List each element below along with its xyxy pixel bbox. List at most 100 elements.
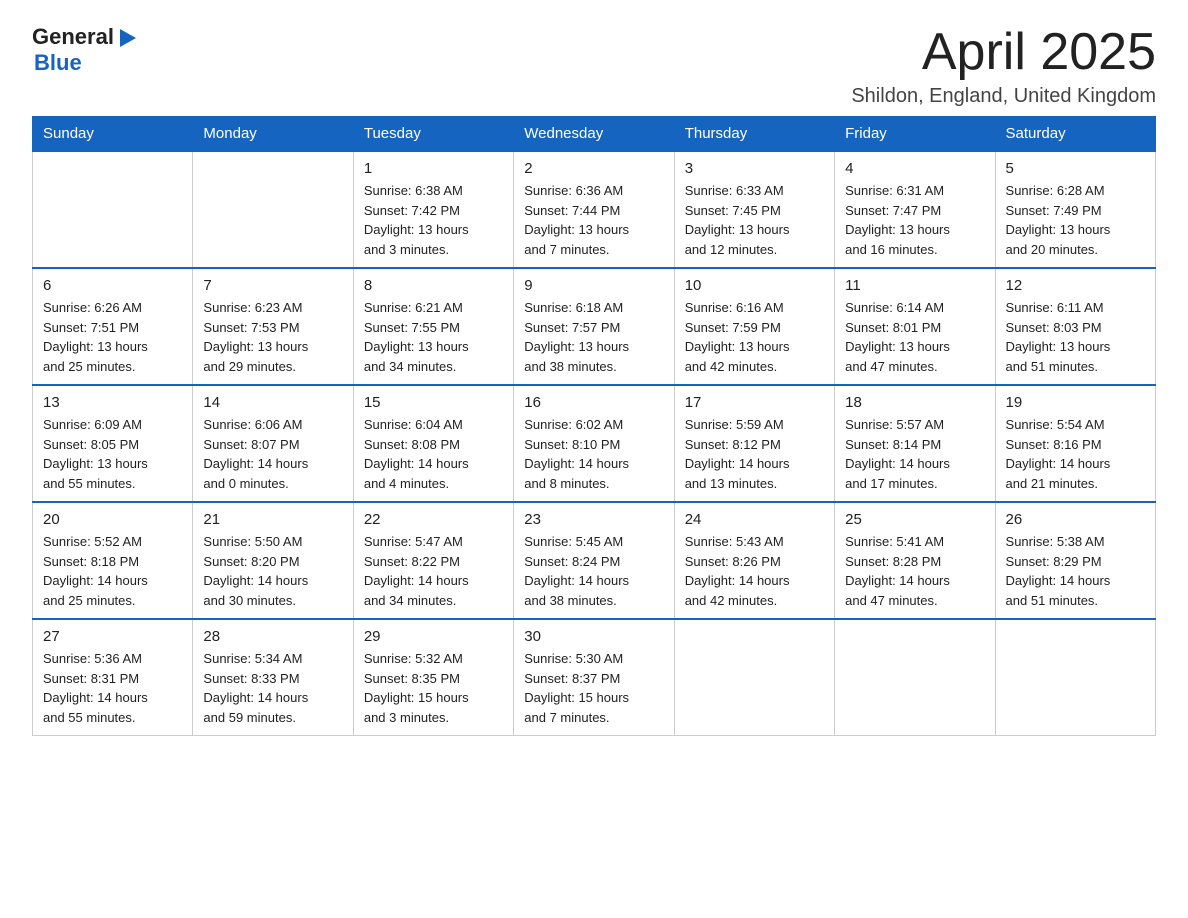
weekday-header: Saturday — [995, 117, 1155, 152]
day-info: Sunrise: 5:30 AM Sunset: 8:37 PM Dayligh… — [524, 649, 663, 727]
day-info: Sunrise: 6:38 AM Sunset: 7:42 PM Dayligh… — [364, 181, 503, 259]
weekday-header: Friday — [835, 117, 995, 152]
calendar-week-row: 1 Sunrise: 6:38 AM Sunset: 7:42 PM Daylig… — [33, 151, 1156, 268]
calendar-cell: 26 Sunrise: 5:38 AM Sunset: 8:29 PM Dayli… — [995, 502, 1155, 619]
day-info: Sunrise: 6:21 AM Sunset: 7:55 PM Dayligh… — [364, 298, 503, 376]
day-number: 13 — [43, 394, 182, 411]
calendar-cell: 13Sunrise: 6:09 AM Sunset: 8:05 PM Dayli… — [33, 385, 193, 502]
day-info: Sunrise: 6:18 AM Sunset: 7:57 PM Dayligh… — [524, 298, 663, 376]
calendar-cell: 20 Sunrise: 5:52 AM Sunset: 8:18 PM Dayli… — [33, 502, 193, 619]
day-info: Sunrise: 6:31 AM Sunset: 7:47 PM Dayligh… — [845, 181, 984, 259]
calendar-cell: 22 Sunrise: 5:47 AM Sunset: 8:22 PM Dayli… — [353, 502, 513, 619]
day-info: Sunrise: 6:28 AM Sunset: 7:49 PM Dayligh… — [1006, 181, 1145, 259]
day-info: Sunrise: 5:34 AM Sunset: 8:33 PM Dayligh… — [203, 649, 342, 727]
calendar-cell: 14 Sunrise: 6:06 AM Sunset: 8:07 PM Dayli… — [193, 385, 353, 502]
calendar-cell: 17 Sunrise: 5:59 AM Sunset: 8:12 PM Dayli… — [674, 385, 834, 502]
calendar-cell: 10 Sunrise: 6:16 AM Sunset: 7:59 PM Dayli… — [674, 268, 834, 385]
day-number: 4 — [845, 160, 984, 177]
calendar-cell — [835, 619, 995, 736]
day-number: 30 — [524, 628, 663, 645]
day-info: Sunrise: 6:26 AM Sunset: 7:51 PM Dayligh… — [43, 298, 182, 376]
page-header: General Blue April 2025 Shildon, England… — [32, 24, 1156, 108]
day-number: 3 — [685, 160, 824, 177]
calendar-table: SundayMondayTuesdayWednesdayThursdayFrid… — [32, 116, 1156, 736]
day-info: Sunrise: 5:50 AM Sunset: 8:20 PM Dayligh… — [203, 532, 342, 610]
day-info: Sunrise: 5:47 AM Sunset: 8:22 PM Dayligh… — [364, 532, 503, 610]
calendar-cell: 9 Sunrise: 6:18 AM Sunset: 7:57 PM Daylig… — [514, 268, 674, 385]
calendar-cell: 27 Sunrise: 5:36 AM Sunset: 8:31 PM Dayli… — [33, 619, 193, 736]
calendar-cell — [193, 151, 353, 268]
day-info: Sunrise: 5:54 AM Sunset: 8:16 PM Dayligh… — [1006, 415, 1145, 493]
calendar-cell: 19Sunrise: 5:54 AM Sunset: 8:16 PM Dayli… — [995, 385, 1155, 502]
calendar-cell: 8 Sunrise: 6:21 AM Sunset: 7:55 PM Daylig… — [353, 268, 513, 385]
calendar-week-row: 6 Sunrise: 6:26 AM Sunset: 7:51 PM Daylig… — [33, 268, 1156, 385]
logo-icon — [116, 27, 138, 49]
calendar-week-row: 20 Sunrise: 5:52 AM Sunset: 8:18 PM Dayli… — [33, 502, 1156, 619]
calendar-cell — [674, 619, 834, 736]
day-info: Sunrise: 5:57 AM Sunset: 8:14 PM Dayligh… — [845, 415, 984, 493]
calendar-cell — [33, 151, 193, 268]
weekday-header: Sunday — [33, 117, 193, 152]
day-number: 15 — [364, 394, 503, 411]
title-block: April 2025 Shildon, England, United King… — [851, 24, 1156, 108]
day-info: Sunrise: 6:16 AM Sunset: 7:59 PM Dayligh… — [685, 298, 824, 376]
calendar-cell: 15 Sunrise: 6:04 AM Sunset: 8:08 PM Dayli… — [353, 385, 513, 502]
day-number: 9 — [524, 277, 663, 294]
day-number: 24 — [685, 511, 824, 528]
calendar-header-row: SundayMondayTuesdayWednesdayThursdayFrid… — [33, 117, 1156, 152]
day-number: 6 — [43, 277, 182, 294]
day-info: Sunrise: 5:32 AM Sunset: 8:35 PM Dayligh… — [364, 649, 503, 727]
calendar-cell: 12Sunrise: 6:11 AM Sunset: 8:03 PM Dayli… — [995, 268, 1155, 385]
calendar-cell: 7Sunrise: 6:23 AM Sunset: 7:53 PM Daylig… — [193, 268, 353, 385]
day-number: 20 — [43, 511, 182, 528]
logo: General Blue — [32, 24, 138, 76]
calendar-cell: 11Sunrise: 6:14 AM Sunset: 8:01 PM Dayli… — [835, 268, 995, 385]
day-number: 5 — [1006, 160, 1145, 177]
calendar-week-row: 27 Sunrise: 5:36 AM Sunset: 8:31 PM Dayli… — [33, 619, 1156, 736]
day-info: Sunrise: 5:38 AM Sunset: 8:29 PM Dayligh… — [1006, 532, 1145, 610]
calendar-cell: 5 Sunrise: 6:28 AM Sunset: 7:49 PM Daylig… — [995, 151, 1155, 268]
day-info: Sunrise: 5:43 AM Sunset: 8:26 PM Dayligh… — [685, 532, 824, 610]
day-number: 12 — [1006, 277, 1145, 294]
calendar-cell: 16 Sunrise: 6:02 AM Sunset: 8:10 PM Dayli… — [514, 385, 674, 502]
day-number: 11 — [845, 277, 984, 294]
calendar-cell: 21 Sunrise: 5:50 AM Sunset: 8:20 PM Dayli… — [193, 502, 353, 619]
day-number: 26 — [1006, 511, 1145, 528]
day-number: 7 — [203, 277, 342, 294]
day-info: Sunrise: 5:59 AM Sunset: 8:12 PM Dayligh… — [685, 415, 824, 493]
day-number: 21 — [203, 511, 342, 528]
day-number: 25 — [845, 511, 984, 528]
day-info: Sunrise: 6:02 AM Sunset: 8:10 PM Dayligh… — [524, 415, 663, 493]
day-number: 1 — [364, 160, 503, 177]
logo-general-text: General — [32, 24, 114, 50]
logo-blue-text: Blue — [34, 50, 82, 75]
calendar-week-row: 13Sunrise: 6:09 AM Sunset: 8:05 PM Dayli… — [33, 385, 1156, 502]
day-info: Sunrise: 6:06 AM Sunset: 8:07 PM Dayligh… — [203, 415, 342, 493]
weekday-header: Tuesday — [353, 117, 513, 152]
day-number: 23 — [524, 511, 663, 528]
day-info: Sunrise: 6:04 AM Sunset: 8:08 PM Dayligh… — [364, 415, 503, 493]
day-number: 16 — [524, 394, 663, 411]
calendar-cell: 2 Sunrise: 6:36 AM Sunset: 7:44 PM Daylig… — [514, 151, 674, 268]
day-info: Sunrise: 5:36 AM Sunset: 8:31 PM Dayligh… — [43, 649, 182, 727]
calendar-cell — [995, 619, 1155, 736]
day-number: 17 — [685, 394, 824, 411]
day-info: Sunrise: 5:52 AM Sunset: 8:18 PM Dayligh… — [43, 532, 182, 610]
day-number: 2 — [524, 160, 663, 177]
day-number: 10 — [685, 277, 824, 294]
calendar-cell: 23 Sunrise: 5:45 AM Sunset: 8:24 PM Dayli… — [514, 502, 674, 619]
calendar-cell: 4 Sunrise: 6:31 AM Sunset: 7:47 PM Daylig… — [835, 151, 995, 268]
day-number: 27 — [43, 628, 182, 645]
day-info: Sunrise: 5:45 AM Sunset: 8:24 PM Dayligh… — [524, 532, 663, 610]
weekday-header: Thursday — [674, 117, 834, 152]
day-number: 29 — [364, 628, 503, 645]
day-info: Sunrise: 6:36 AM Sunset: 7:44 PM Dayligh… — [524, 181, 663, 259]
calendar-cell: 29 Sunrise: 5:32 AM Sunset: 8:35 PM Dayli… — [353, 619, 513, 736]
calendar-cell: 28Sunrise: 5:34 AM Sunset: 8:33 PM Dayli… — [193, 619, 353, 736]
day-number: 8 — [364, 277, 503, 294]
day-number: 22 — [364, 511, 503, 528]
calendar-cell: 3Sunrise: 6:33 AM Sunset: 7:45 PM Daylig… — [674, 151, 834, 268]
day-number: 14 — [203, 394, 342, 411]
location-title: Shildon, England, United Kingdom — [851, 85, 1156, 108]
calendar-cell: 6 Sunrise: 6:26 AM Sunset: 7:51 PM Daylig… — [33, 268, 193, 385]
